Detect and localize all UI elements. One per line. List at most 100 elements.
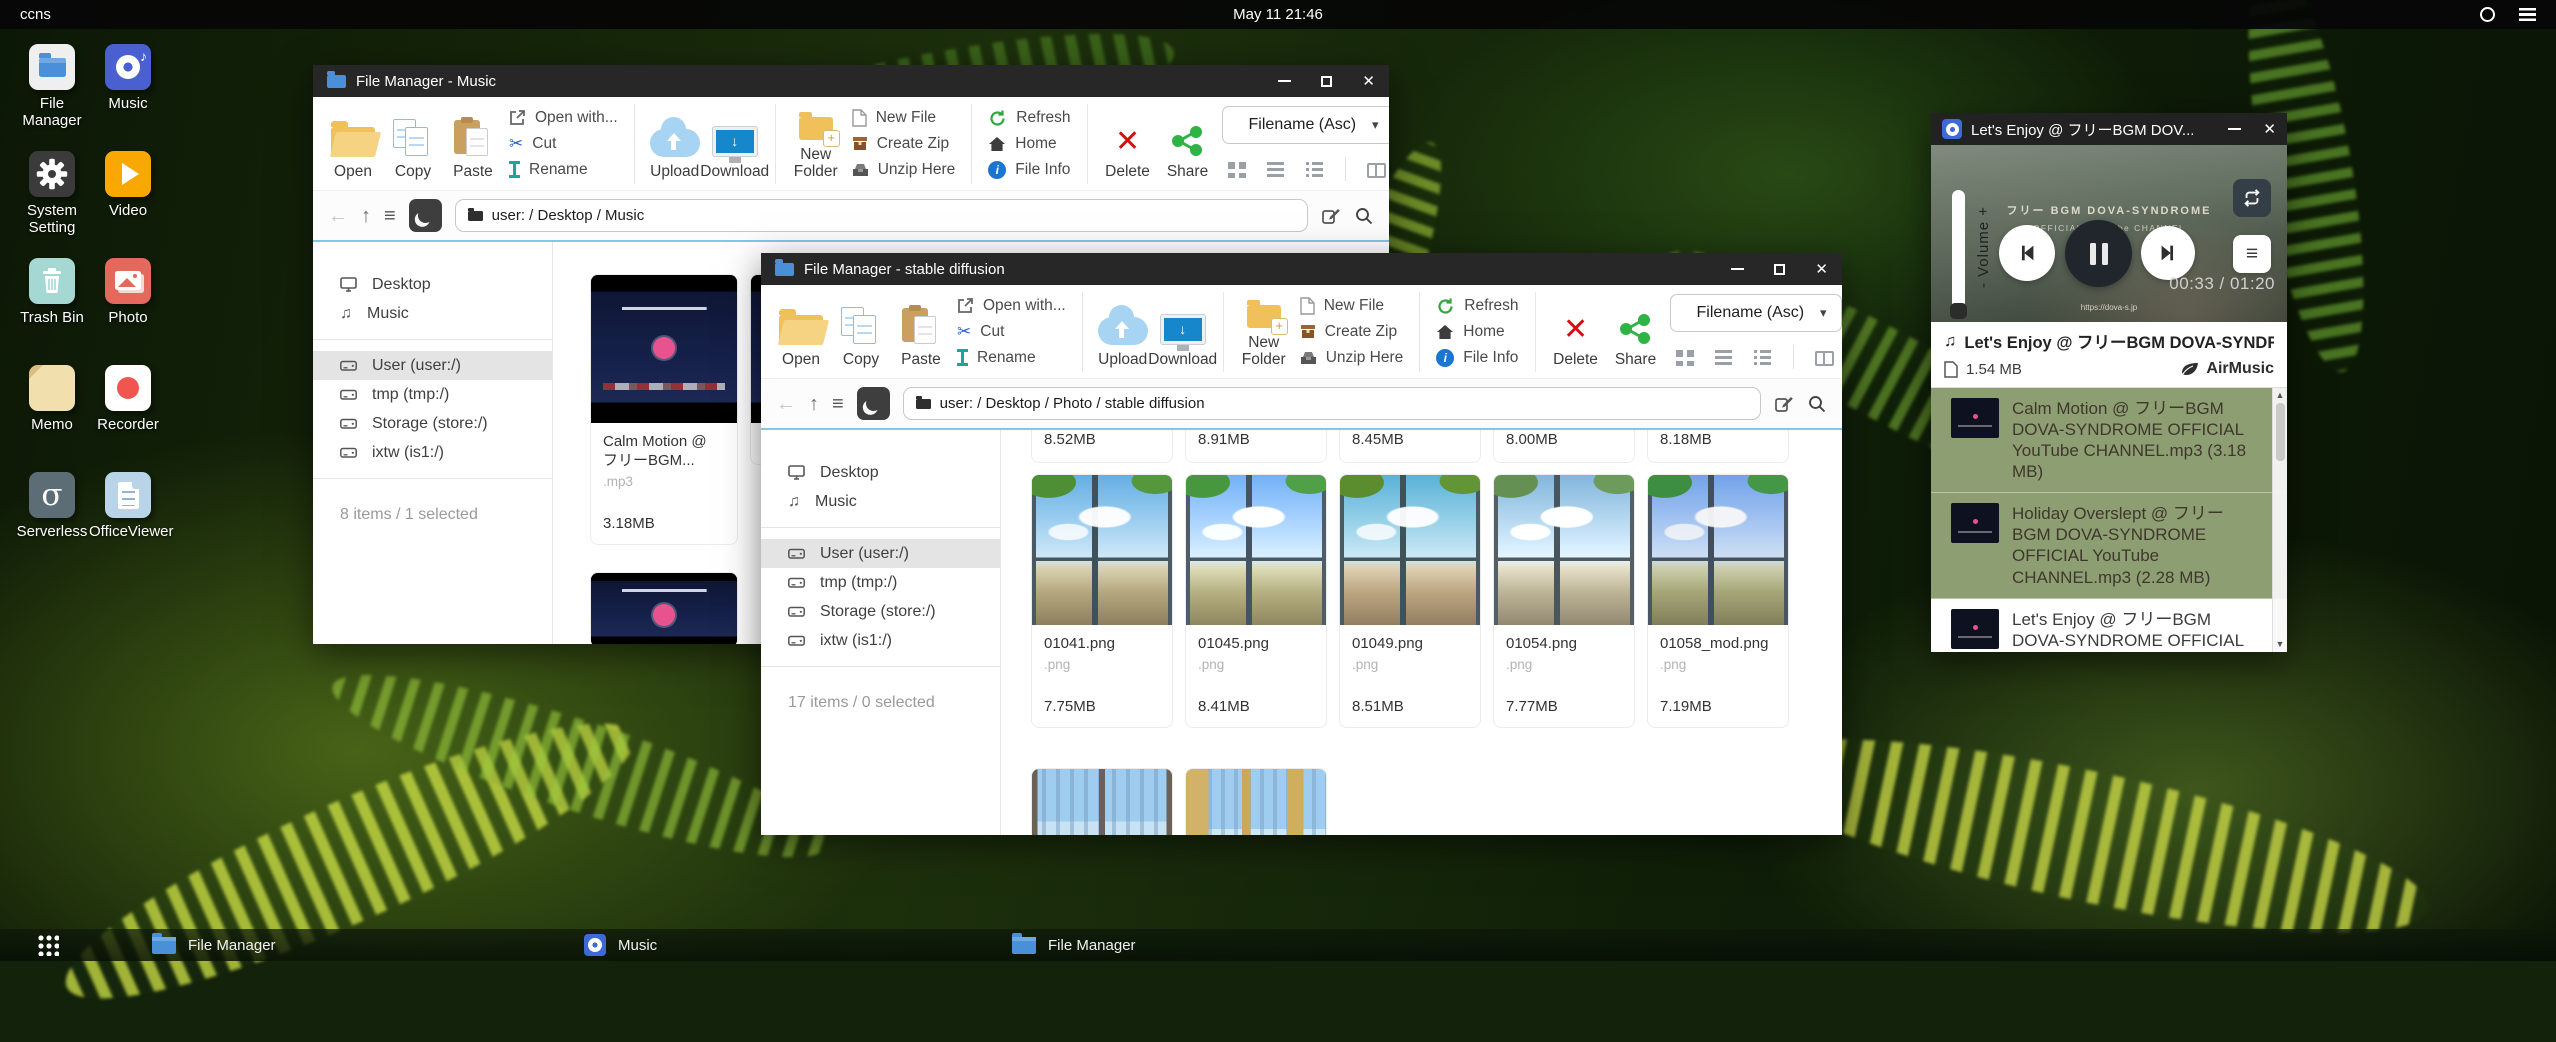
delete-button[interactable]: ✕ Delete bbox=[1102, 105, 1154, 183]
file-card-partial[interactable] bbox=[1185, 768, 1327, 835]
playlist-item-current[interactable]: Let's Enjoy @ フリーBGM DOVA-SYNDROME OFFIC… bbox=[1931, 599, 2287, 652]
rename-button[interactable]: Rename bbox=[957, 349, 1066, 367]
nav-menu-button[interactable]: ≡ bbox=[384, 206, 396, 226]
upload-button[interactable]: Upload bbox=[1097, 293, 1149, 371]
desktop-icon-system-setting[interactable]: System Setting bbox=[14, 151, 90, 258]
scroll-up-icon[interactable]: ▲ bbox=[2276, 391, 2285, 400]
desktop-icon-recorder[interactable]: Recorder bbox=[90, 365, 166, 472]
view-list-button[interactable] bbox=[1715, 348, 1733, 366]
refresh-button[interactable]: Refresh bbox=[1436, 297, 1518, 316]
view-grid-button[interactable] bbox=[1228, 160, 1246, 178]
create-zip-button[interactable]: Create Zip bbox=[852, 135, 956, 153]
dark-mode-button[interactable] bbox=[857, 387, 890, 420]
file-card-clipped[interactable]: 8.52MB bbox=[1031, 430, 1173, 463]
scrollbar-thumb[interactable] bbox=[2276, 403, 2285, 461]
file-card-clipped[interactable]: 8.00MB bbox=[1493, 430, 1635, 463]
home-button[interactable]: Home bbox=[1436, 323, 1518, 341]
delete-button[interactable]: ✕ Delete bbox=[1550, 293, 1602, 371]
file-card-calm-motion[interactable]: Calm Motion @ フリーBGM... .mp3 3.18MB bbox=[590, 274, 738, 545]
new-file-button[interactable]: New File bbox=[1300, 297, 1404, 315]
up-button[interactable]: ↑ bbox=[809, 394, 819, 414]
download-button[interactable]: ↓ Download bbox=[1157, 293, 1209, 371]
minimize-button[interactable] bbox=[1731, 268, 1744, 271]
taskbar-item-file-manager[interactable]: File Manager bbox=[152, 929, 276, 961]
playlist-item[interactable]: Holiday Overslept @ フリーBGM DOVA-SYNDROME… bbox=[1931, 493, 2287, 598]
back-button[interactable]: ← bbox=[776, 394, 796, 414]
view-columns-button[interactable] bbox=[1815, 351, 1834, 366]
view-detail-button[interactable] bbox=[1306, 160, 1324, 178]
new-file-button[interactable]: New File bbox=[852, 109, 956, 127]
copy-button[interactable]: Copy bbox=[387, 105, 439, 183]
refresh-button[interactable]: Refresh bbox=[988, 109, 1070, 128]
taskbar-item-file-manager-2[interactable]: File Manager bbox=[1012, 929, 1136, 961]
rename-button[interactable]: Rename bbox=[509, 161, 618, 179]
new-folder-button[interactable]: New Folder bbox=[790, 105, 842, 183]
desktop-icon-photo[interactable]: Photo bbox=[90, 258, 166, 365]
sidebar-item-desktop[interactable]: Desktop bbox=[313, 270, 552, 299]
view-grid-button[interactable] bbox=[1676, 348, 1694, 366]
sidebar-item-user-drive[interactable]: User (user:/) bbox=[313, 351, 552, 380]
desktop-icon-music[interactable]: Music bbox=[90, 44, 166, 151]
view-list-button[interactable] bbox=[1267, 160, 1285, 178]
open-button[interactable]: Open bbox=[775, 293, 827, 371]
close-button[interactable]: ✕ bbox=[2263, 122, 2276, 137]
volume-slider[interactable] bbox=[1952, 190, 1965, 317]
sidebar-item-storage-drive[interactable]: Storage (store:/) bbox=[313, 409, 552, 438]
playlist-item[interactable]: Calm Motion @ フリーBGM DOVA-SYNDROME OFFIC… bbox=[1931, 388, 2287, 493]
file-card-01041[interactable]: 01041.png .png 7.75MB bbox=[1031, 474, 1173, 728]
edit-path-icon[interactable] bbox=[1321, 206, 1341, 226]
file-card-clipped[interactable]: 8.91MB bbox=[1185, 430, 1327, 463]
menu-icon[interactable] bbox=[2519, 8, 2536, 21]
file-card-01045[interactable]: 01045.png .png 8.41MB bbox=[1185, 474, 1327, 728]
path-input[interactable]: user: / Desktop / Photo / stable diffusi… bbox=[903, 387, 1761, 420]
title-bar[interactable]: File Manager - stable diffusion ✕ bbox=[761, 253, 1842, 285]
search-icon[interactable] bbox=[1354, 206, 1374, 226]
pause-button[interactable] bbox=[2065, 220, 2132, 287]
path-input[interactable]: user: / Desktop / Music bbox=[455, 199, 1308, 232]
playlist-toggle-button[interactable]: ≡ bbox=[2233, 235, 2271, 273]
home-button[interactable]: Home bbox=[988, 135, 1070, 153]
previous-track-button[interactable] bbox=[1999, 225, 2055, 281]
paste-button[interactable]: Paste bbox=[447, 105, 499, 183]
sidebar-item-ixtw-drive[interactable]: ixtw (is1:/) bbox=[761, 626, 1000, 655]
desktop-icon-memo[interactable]: Memo bbox=[14, 365, 90, 472]
unzip-here-button[interactable]: Unzip Here bbox=[852, 161, 956, 179]
view-columns-button[interactable] bbox=[1367, 163, 1386, 178]
sort-dropdown[interactable]: Filename (Asc) ▾ bbox=[1222, 106, 1389, 144]
dark-mode-button[interactable] bbox=[409, 199, 442, 232]
taskbar-item-music[interactable]: Music bbox=[584, 929, 657, 961]
file-card-partial[interactable] bbox=[590, 572, 738, 644]
share-button[interactable]: Share bbox=[1610, 293, 1662, 371]
file-card-01049[interactable]: 01049.png .png 8.51MB bbox=[1339, 474, 1481, 728]
file-card-partial[interactable] bbox=[1031, 768, 1173, 835]
desktop-icon-trash-bin[interactable]: Trash Bin bbox=[14, 258, 90, 365]
upload-button[interactable]: Upload bbox=[649, 105, 701, 183]
desktop-icon-file-manager[interactable]: File Manager bbox=[14, 44, 90, 151]
edit-path-icon[interactable] bbox=[1774, 394, 1794, 414]
unzip-here-button[interactable]: Unzip Here bbox=[1300, 349, 1404, 367]
download-button[interactable]: ↓ Download bbox=[709, 105, 761, 183]
sidebar-item-music[interactable]: ♫ Music bbox=[761, 487, 1000, 516]
app-launcher-icon[interactable] bbox=[37, 934, 59, 956]
sidebar-item-desktop[interactable]: Desktop bbox=[761, 458, 1000, 487]
maximize-button[interactable] bbox=[1774, 264, 1785, 275]
view-detail-button[interactable] bbox=[1754, 348, 1772, 366]
power-circle-icon[interactable] bbox=[2480, 7, 2495, 22]
title-bar[interactable]: File Manager - Music ✕ bbox=[313, 65, 1389, 97]
desktop-icon-video[interactable]: Video bbox=[90, 151, 166, 258]
sidebar-item-tmp-drive[interactable]: tmp (tmp:/) bbox=[761, 568, 1000, 597]
create-zip-button[interactable]: Create Zip bbox=[1300, 323, 1404, 341]
sidebar-item-storage-drive[interactable]: Storage (store:/) bbox=[761, 597, 1000, 626]
repeat-button[interactable] bbox=[2233, 179, 2271, 217]
close-button[interactable]: ✕ bbox=[1362, 74, 1375, 89]
open-with-button[interactable]: Open with... bbox=[509, 109, 618, 127]
search-icon[interactable] bbox=[1807, 394, 1827, 414]
file-card-clipped[interactable]: 8.18MB bbox=[1647, 430, 1789, 463]
paste-button[interactable]: Paste bbox=[895, 293, 947, 371]
sidebar-item-music[interactable]: ♫ Music bbox=[313, 299, 552, 328]
file-card-clipped[interactable]: 8.45MB bbox=[1339, 430, 1481, 463]
file-info-button[interactable]: i File Info bbox=[1436, 349, 1518, 367]
volume-slider-thumb[interactable] bbox=[1950, 303, 1967, 319]
file-card-01058-mod[interactable]: 01058_mod.png .png 7.19MB bbox=[1647, 474, 1789, 728]
next-track-button[interactable] bbox=[2141, 226, 2195, 280]
